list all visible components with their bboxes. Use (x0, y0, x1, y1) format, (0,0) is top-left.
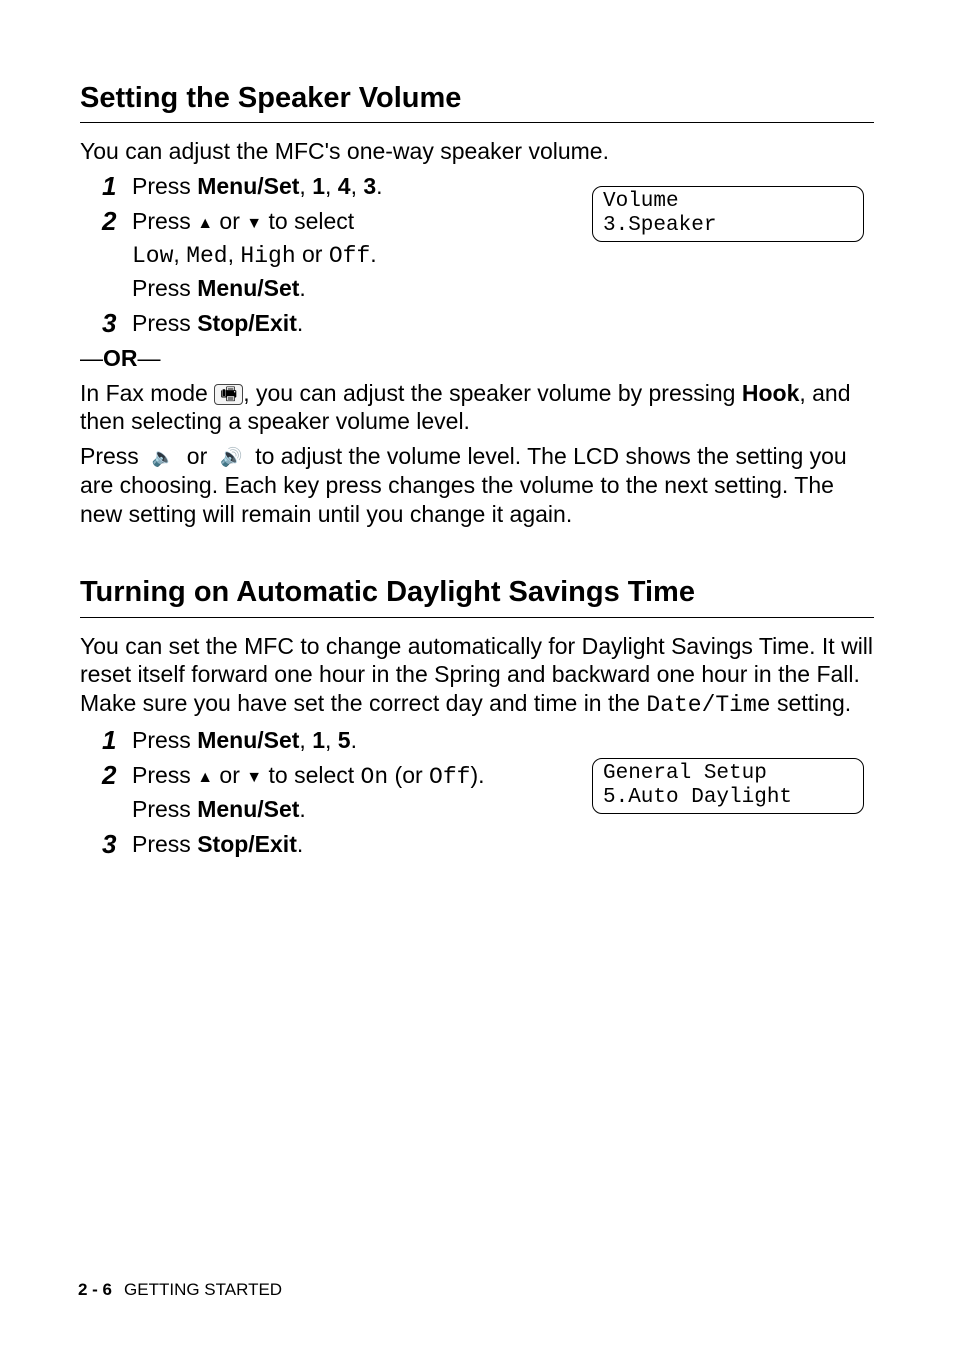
step-2: 2 Press ▲ or ▼ to select Low, Med, High … (102, 207, 874, 303)
key-3: 3 (363, 173, 376, 199)
key-menuset: Menu/Set (197, 275, 299, 301)
step-number: 2 (102, 759, 116, 792)
text: Press (132, 208, 197, 234)
opt-on: On (361, 764, 389, 790)
key-stopexit: Stop/Exit (197, 831, 297, 857)
text: , (325, 173, 338, 199)
or-text: OR (103, 345, 138, 371)
step-number: 1 (102, 170, 116, 203)
text: . (351, 727, 357, 753)
text: (or (388, 762, 429, 788)
opt-off: Off (429, 764, 470, 790)
heading-speaker-volume: Setting the Speaker Volume (80, 80, 874, 123)
up-arrow-icon: ▲ (197, 215, 213, 232)
text: Press (132, 831, 197, 857)
text: . (376, 173, 382, 199)
speaker-loud-icon: 🔊 (220, 446, 242, 469)
text: , (173, 241, 186, 267)
opt-off: Off (329, 243, 370, 269)
step-number: 1 (102, 724, 116, 757)
heading-daylight: Turning on Automatic Daylight Savings Ti… (80, 574, 874, 617)
up-arrow-icon: ▲ (197, 769, 213, 786)
text: , you can adjust the speaker volume by p… (243, 380, 742, 406)
step-number: 2 (102, 205, 116, 238)
text: or (213, 762, 246, 788)
page-footer: 2 - 6 GETTING STARTED (78, 1279, 282, 1300)
key-4: 4 (338, 173, 351, 199)
speaker-quiet-icon: 🔈 (152, 446, 174, 469)
chapter-name: GETTING STARTED (124, 1280, 282, 1299)
volume-keys-paragraph: Press 🔈 or 🔊 to adjust the volume level.… (80, 442, 874, 528)
opt-high: High (240, 243, 295, 269)
text: Press (132, 796, 197, 822)
text: Press (132, 310, 197, 336)
text: . (297, 310, 303, 336)
steps-speaker: 1 Press Menu/Set, 1, 4, 3. 2 Press ▲ or … (80, 172, 874, 338)
key-menuset: Menu/Set (197, 727, 299, 753)
intro-daylight: You can set the MFC to change automatica… (80, 632, 874, 720)
step-press: Press Menu/Set. (132, 274, 874, 303)
key-menuset: Menu/Set (197, 173, 299, 199)
step-number: 3 (102, 307, 116, 340)
text: Press (132, 762, 197, 788)
key-1: 1 (312, 727, 325, 753)
step-3: 3 Press Stop/Exit. (102, 309, 874, 338)
text: . (370, 241, 376, 267)
text: , (299, 173, 312, 199)
steps-daylight: 1 Press Menu/Set, 1, 5. 2 Press ▲ or ▼ t… (80, 726, 874, 859)
step-2: 2 Press ▲ or ▼ to select On (or Off). Pr… (102, 761, 874, 825)
intro-speaker: You can adjust the MFC's one-way speaker… (80, 137, 874, 166)
text: or (296, 241, 329, 267)
text: . (299, 275, 305, 301)
fax-mode-paragraph: In Fax mode 🖷, you can adjust the speake… (80, 379, 874, 437)
text: setting. (771, 690, 852, 716)
key-menuset: Menu/Set (197, 796, 299, 822)
text: ). (470, 762, 484, 788)
page-number: 2 - 6 (78, 1280, 112, 1299)
datetime-setting: Date/Time (646, 692, 770, 718)
text: . (299, 796, 305, 822)
opt-med: Med (186, 243, 227, 269)
key-1: 1 (312, 173, 325, 199)
step-number: 3 (102, 828, 116, 861)
text: Press (80, 443, 145, 469)
text: — (80, 345, 103, 371)
text: Press (132, 727, 197, 753)
text: , (228, 241, 241, 267)
opt-low: Low (132, 243, 173, 269)
text: Press (132, 275, 197, 301)
text: , (351, 173, 364, 199)
fax-mode-icon: 🖷 (214, 384, 243, 405)
key-stopexit: Stop/Exit (197, 310, 297, 336)
text: to select (262, 208, 354, 234)
step-press: Press Menu/Set. (132, 795, 874, 824)
text: Press (132, 173, 197, 199)
step-3: 3 Press Stop/Exit. (102, 830, 874, 859)
key-hook: Hook (742, 380, 800, 406)
or-separator: —OR— (80, 344, 874, 373)
text: — (138, 345, 161, 371)
down-arrow-icon: ▼ (246, 769, 262, 786)
text: In Fax mode (80, 380, 214, 406)
text: . (297, 831, 303, 857)
step-1: 1 Press Menu/Set, 1, 5. (102, 726, 874, 755)
step-options: Low, Med, High or Off. (132, 240, 874, 271)
text: or (180, 443, 213, 469)
text: , (325, 727, 338, 753)
down-arrow-icon: ▼ (246, 215, 262, 232)
text: or (213, 208, 246, 234)
key-5: 5 (338, 727, 351, 753)
step-1: 1 Press Menu/Set, 1, 4, 3. (102, 172, 874, 201)
text: , (299, 727, 312, 753)
text: to select (262, 762, 360, 788)
